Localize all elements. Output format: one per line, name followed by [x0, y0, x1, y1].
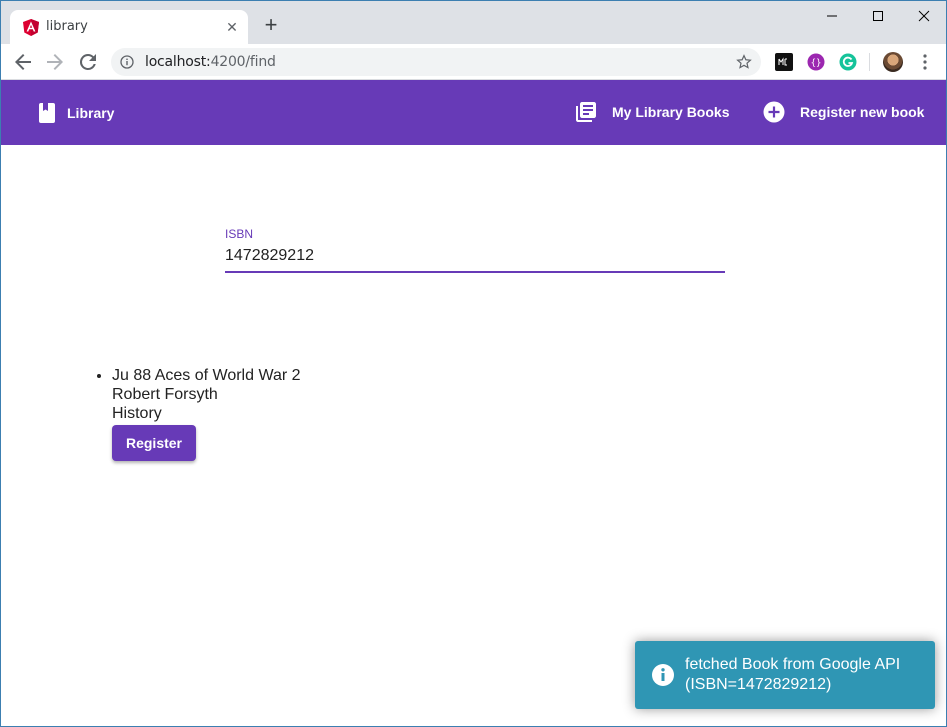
- info-toast[interactable]: fetched Book from Google API (ISBN=14728…: [635, 641, 935, 709]
- nav-label: My Library Books: [612, 104, 730, 120]
- maximize-window-button[interactable]: [855, 1, 901, 31]
- close-window-button[interactable]: [901, 1, 947, 31]
- url-host: localhost:: [145, 54, 211, 70]
- grammarly-icon[interactable]: [839, 53, 857, 71]
- browser-toolbar: localhost:4200/find {}: [1, 44, 946, 80]
- browser-tab[interactable]: library ✕: [10, 10, 248, 44]
- browser-window: library ✕ + localhost:4200/find {} Libra…: [0, 0, 947, 727]
- svg-text:{}: {}: [811, 59, 822, 69]
- reload-icon[interactable]: [76, 50, 100, 74]
- brand-link[interactable]: Library: [37, 101, 114, 125]
- tab-close-icon[interactable]: ✕: [224, 19, 240, 35]
- tab-title: library: [46, 19, 88, 34]
- nav-register-new-book[interactable]: Register new book: [762, 100, 924, 124]
- tab-strip: library ✕ +: [1, 1, 946, 44]
- toast-message: fetched Book from Google API (ISBN=14728…: [685, 656, 901, 693]
- results-list: Ju 88 Aces of World War 2 Robert Forsyth…: [93, 366, 301, 461]
- isbn-label: ISBN: [225, 227, 254, 241]
- url-path: 4200/find: [210, 54, 276, 70]
- add-circle-icon: [763, 101, 785, 123]
- toolbar-separator: [869, 53, 870, 71]
- nav-label: Register new book: [800, 104, 925, 120]
- brand-label: Library: [67, 105, 115, 121]
- profile-avatar[interactable]: [883, 52, 903, 72]
- app-toolbar: Library My Library Books Register new bo…: [1, 80, 946, 145]
- book-category: History: [112, 405, 162, 422]
- isbn-input[interactable]: [225, 245, 725, 267]
- address-bar[interactable]: localhost:4200/find: [111, 48, 761, 76]
- angular-icon: [23, 19, 39, 36]
- nav-my-library-books[interactable]: My Library Books: [574, 100, 729, 124]
- isbn-form-field: ISBN: [225, 227, 725, 274]
- browser-menu-icon[interactable]: [917, 52, 933, 72]
- json-extension-icon[interactable]: {}: [807, 53, 825, 71]
- register-button[interactable]: Register: [112, 425, 196, 461]
- mdb-extension-icon[interactable]: [775, 53, 793, 71]
- info-icon[interactable]: [120, 55, 134, 69]
- forward-arrow-icon[interactable]: [43, 50, 67, 74]
- new-tab-button[interactable]: +: [261, 14, 281, 36]
- book-author: Robert Forsyth: [112, 386, 218, 403]
- book-icon: [39, 103, 55, 123]
- minimize-window-button[interactable]: [809, 1, 855, 31]
- library-books-icon: [576, 102, 596, 122]
- isbn-underline: [225, 271, 725, 273]
- info-icon: [652, 664, 674, 686]
- book-title: Ju 88 Aces of World War 2: [112, 367, 301, 384]
- bookmark-star-icon[interactable]: [735, 53, 753, 71]
- url-text[interactable]: localhost:4200/find: [145, 54, 276, 70]
- back-arrow-icon[interactable]: [11, 50, 35, 74]
- list-item: Ju 88 Aces of World War 2 Robert Forsyth…: [112, 366, 301, 461]
